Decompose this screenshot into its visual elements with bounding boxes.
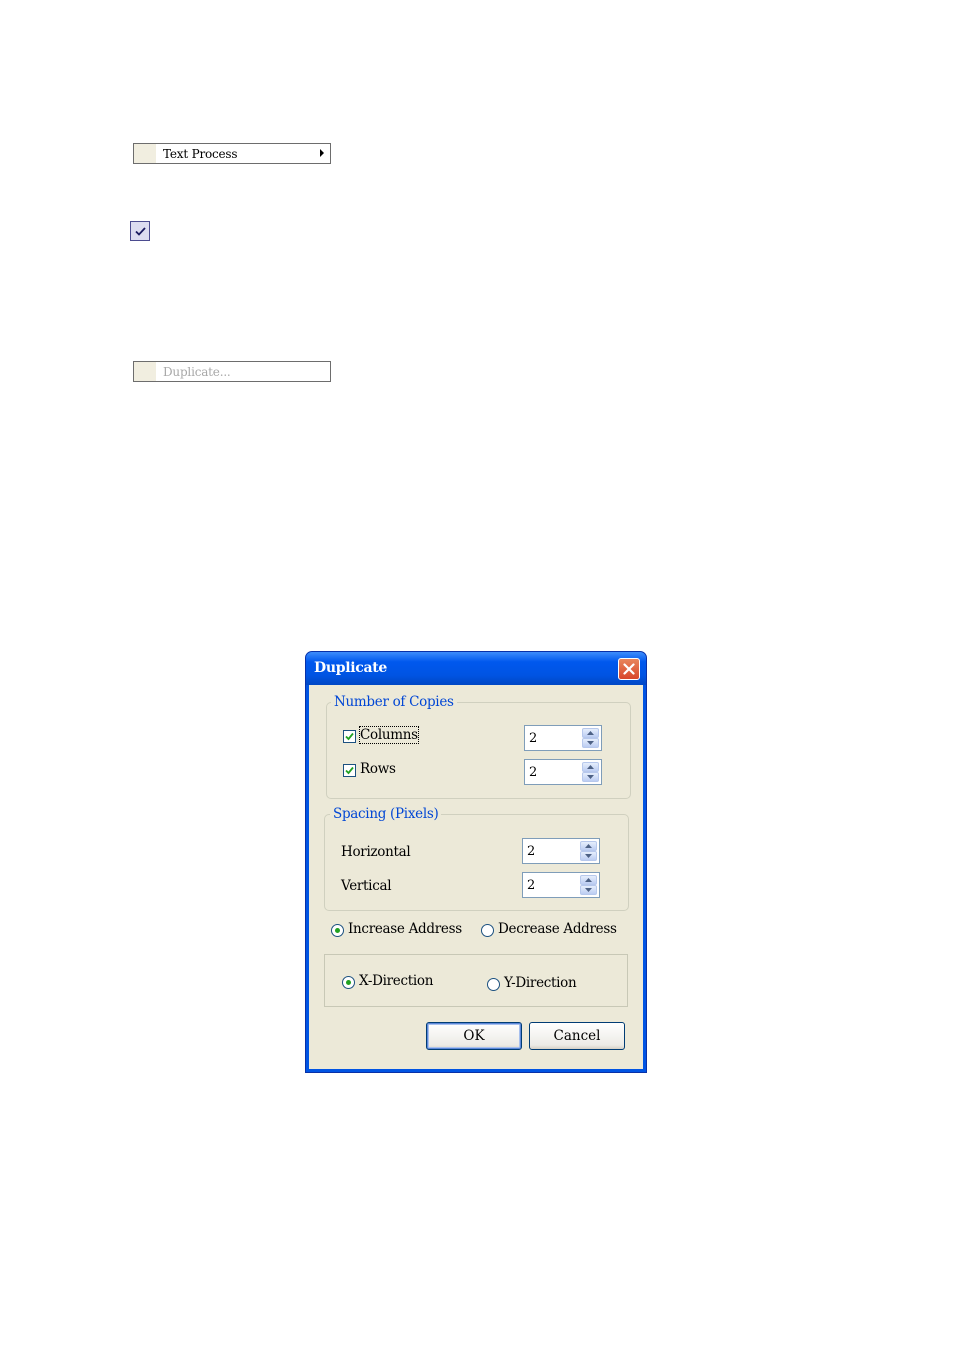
- arrow-up-icon: [585, 878, 592, 882]
- menu-item-text-process[interactable]: Text Process: [133, 143, 331, 164]
- cancel-button[interactable]: Cancel: [529, 1022, 625, 1050]
- horizontal-spinner[interactable]: [522, 838, 600, 864]
- vertical-spin-down-button[interactable]: [580, 885, 597, 895]
- checkmark-icon: [345, 732, 354, 741]
- arrow-down-icon: [587, 741, 594, 745]
- vertical-input[interactable]: [525, 875, 579, 895]
- decrease-address-label: Decrease Address: [498, 921, 617, 937]
- dialog-title-bar[interactable]: Duplicate: [306, 652, 646, 685]
- x-direction-label: X-Direction: [359, 973, 434, 989]
- vertical-spinner[interactable]: [522, 872, 600, 898]
- dialog-title: Duplicate: [314, 660, 388, 676]
- dialog-client-area: Number of Copies Columns Rows: [309, 685, 643, 1069]
- arrow-up-icon: [585, 844, 592, 848]
- menu-item-duplicate[interactable]: Duplicate...: [133, 361, 331, 382]
- horizontal-spin-down-button[interactable]: [580, 851, 597, 861]
- rows-label: Rows: [360, 761, 396, 777]
- menu-gutter: [134, 144, 156, 163]
- y-direction-radio[interactable]: [487, 978, 500, 991]
- duplicate-dialog: Duplicate Number of Copies Columns 2 Row…: [305, 651, 647, 1073]
- check-icon: [130, 221, 150, 241]
- horizontal-label: Horizontal: [341, 844, 411, 860]
- columns-checkbox[interactable]: [343, 730, 356, 743]
- ok-button[interactable]: OK: [426, 1022, 522, 1050]
- columns-spinner[interactable]: [524, 725, 602, 751]
- rows-spin-up-button[interactable]: [582, 762, 599, 772]
- vertical-label: Vertical: [341, 878, 392, 894]
- spacing-legend: Spacing (Pixels): [330, 806, 442, 822]
- menu-gutter: [134, 362, 156, 381]
- decrease-address-radio[interactable]: [481, 924, 494, 937]
- arrow-down-icon: [585, 854, 592, 858]
- submenu-arrow-icon: [320, 149, 324, 157]
- menu-item-label: Duplicate...: [163, 365, 231, 379]
- arrow-down-icon: [585, 888, 592, 892]
- horizontal-input[interactable]: [525, 841, 579, 861]
- arrow-up-icon: [587, 731, 594, 735]
- close-icon: [623, 663, 635, 675]
- columns-spin-down-button[interactable]: [582, 738, 599, 748]
- y-direction-label: Y-Direction: [504, 975, 577, 991]
- close-button[interactable]: [618, 658, 640, 680]
- rows-checkbox[interactable]: [343, 764, 356, 777]
- arrow-down-icon: [587, 775, 594, 779]
- rows-spin-down-button[interactable]: [582, 772, 599, 782]
- checkmark-icon: [345, 766, 354, 775]
- number-of-copies-legend: Number of Copies: [331, 694, 457, 710]
- menu-item-label: Text Process: [163, 147, 238, 161]
- rows-spinner[interactable]: [524, 759, 602, 785]
- vertical-spin-up-button[interactable]: [580, 875, 597, 885]
- increase-address-label: Increase Address: [348, 921, 462, 937]
- arrow-up-icon: [587, 765, 594, 769]
- horizontal-spin-up-button[interactable]: [580, 841, 597, 851]
- x-direction-radio[interactable]: [342, 976, 355, 989]
- columns-input[interactable]: [527, 728, 581, 748]
- rows-input[interactable]: [527, 762, 581, 782]
- columns-label[interactable]: Columns: [359, 726, 419, 744]
- columns-spin-up-button[interactable]: [582, 728, 599, 738]
- increase-address-radio[interactable]: [331, 924, 344, 937]
